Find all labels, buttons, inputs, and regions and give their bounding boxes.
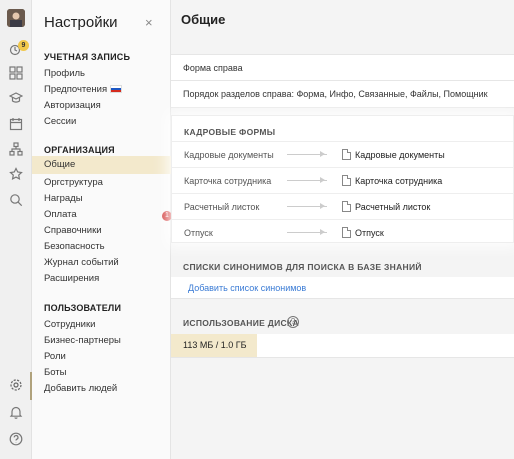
hr-forms-heading: КАДРОВЫЕ ФОРМЫ	[184, 127, 276, 137]
sidebar-item-preferences[interactable]: Предпочтения	[44, 84, 123, 95]
bell-icon[interactable]	[8, 404, 24, 420]
section-order-row[interactable]: Порядок разделов справа: Форма, Инфо, Св…	[171, 81, 514, 108]
form-help-row[interactable]: Форма справа	[171, 54, 514, 81]
sidebar-item-profile[interactable]: Профиль	[44, 68, 85, 79]
hr-form-label: Отпуск	[184, 228, 213, 238]
add-synonym-list-link[interactable]: Добавить список синонимов	[171, 277, 514, 299]
section-organization: ОРГАНИЗАЦИЯ	[44, 145, 115, 155]
hr-form-label: Расчетный листок	[184, 202, 260, 212]
sidebar-item-add-people[interactable]: Добавить людей	[44, 383, 117, 394]
hr-form-value[interactable]: Расчетный листок	[355, 202, 430, 212]
hr-form-row[interactable]: Отпуск Отпуск	[172, 219, 513, 245]
sidebar-item-directories[interactable]: Справочники	[44, 225, 102, 236]
help-icon[interactable]	[8, 431, 24, 447]
sidebar-item-authorization[interactable]: Авторизация	[44, 100, 101, 111]
russian-flag-icon	[110, 85, 123, 94]
hr-forms-card: КАДРОВЫЕ ФОРМЫ Кадровые документы Кадров…	[171, 115, 514, 243]
education-icon[interactable]	[8, 90, 24, 106]
section-order-label: Порядок разделов справа: Форма, Инфо, Св…	[183, 89, 488, 99]
sidebar-item-event-log[interactable]: Журнал событий	[44, 257, 119, 268]
hr-form-label: Кадровые документы	[184, 150, 274, 160]
notifications-count-badge: 9	[18, 40, 29, 51]
sidebar-item-roles[interactable]: Роли	[44, 351, 66, 362]
search-icon[interactable]	[8, 192, 24, 208]
document-icon	[342, 175, 351, 186]
sidebar-title: Настройки	[44, 14, 118, 31]
sidebar-item-bots[interactable]: Боты	[44, 367, 67, 378]
calendar-icon[interactable]	[8, 116, 24, 132]
sidebar-item-security[interactable]: Безопасность	[44, 241, 105, 252]
arrow-right-icon	[287, 229, 327, 235]
hr-form-row[interactable]: Карточка сотрудника Карточка сотрудника	[172, 167, 513, 193]
section-users: ПОЛЬЗОВАТЕЛИ	[44, 303, 122, 313]
hr-form-value[interactable]: Карточка сотрудника	[355, 176, 442, 186]
hr-form-label: Карточка сотрудника	[184, 176, 272, 186]
document-icon	[342, 149, 351, 160]
disk-usage-value: 113 МБ / 1.0 ГБ	[171, 334, 257, 357]
arrow-right-icon	[287, 151, 327, 157]
sidebar-item-business-partners[interactable]: Бизнес-партнеры	[44, 335, 121, 346]
gear-icon[interactable]	[8, 377, 24, 393]
star-icon[interactable]	[8, 166, 24, 182]
sidebar-item-org-structure[interactable]: Оргструктура	[44, 177, 103, 188]
sidebar-item-sessions[interactable]: Сессии	[44, 116, 76, 127]
disk-usage-heading: ИСПОЛЬЗОВАНИЕ ДИСКА	[183, 318, 299, 328]
synonyms-heading: СПИСКИ СИНОНИМОВ ДЛЯ ПОИСКА В БАЗЕ ЗНАНИ…	[183, 262, 422, 272]
icon-rail: 9	[0, 0, 32, 459]
disk-usage-row: 113 МБ / 1.0 ГБ	[171, 334, 514, 358]
page-title: Общие	[181, 12, 226, 27]
arrow-right-icon	[287, 177, 327, 183]
org-structure-icon[interactable]	[8, 141, 24, 157]
grid-icon[interactable]	[8, 65, 24, 81]
arrow-right-icon	[287, 203, 327, 209]
settings-sidebar: Настройки × УЧЕТНАЯ ЗАПИСЬ Профиль Предп…	[32, 0, 172, 459]
document-icon	[342, 201, 351, 212]
sidebar-item-extensions[interactable]: Расширения	[44, 273, 99, 284]
help-icon[interactable]: ?	[287, 316, 299, 328]
sidebar-item-payment[interactable]: Оплата 1	[44, 209, 172, 221]
hr-form-row[interactable]: Расчетный листок Расчетный листок	[172, 193, 513, 219]
section-account: УЧЕТНАЯ ЗАПИСЬ	[44, 52, 131, 62]
hr-form-row[interactable]: Кадровые документы Кадровые документы	[172, 141, 513, 167]
document-icon	[342, 227, 351, 238]
hr-form-value[interactable]: Кадровые документы	[355, 150, 445, 160]
sidebar-item-general[interactable]: Общие	[32, 156, 171, 174]
avatar[interactable]	[7, 9, 25, 27]
sidebar-item-awards[interactable]: Награды	[44, 193, 83, 204]
close-icon[interactable]: ×	[145, 15, 153, 30]
sidebar-item-label: Предпочтения	[44, 84, 108, 95]
form-help-label: Форма справа	[183, 62, 243, 73]
hr-form-value[interactable]: Отпуск	[355, 228, 384, 238]
sidebar-item-label: Оплата	[44, 209, 77, 220]
main-content: Общие Форма справа Порядок разделов спра…	[171, 0, 514, 459]
sidebar-item-employees[interactable]: Сотрудники	[44, 319, 95, 330]
